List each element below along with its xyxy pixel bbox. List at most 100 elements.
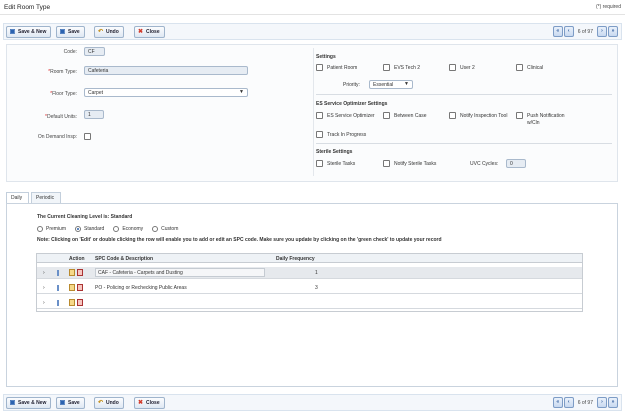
cleaning-level-text: The Current Cleaning Level is: Standard	[37, 214, 133, 220]
room-type-field[interactable]: Cafeteria	[84, 66, 248, 75]
save-button[interactable]: ▣ Save	[56, 397, 85, 409]
last-page-icon[interactable]: »	[608, 26, 618, 37]
save-icon: ▣	[59, 399, 66, 406]
pager: « ‹ 6 of 97 › »	[552, 26, 618, 37]
between-case-label: Between Case	[394, 113, 427, 119]
notify-sterile-checkbox[interactable]	[383, 160, 390, 167]
user2-checkbox[interactable]	[449, 64, 456, 71]
first-page-icon[interactable]: «	[552, 26, 563, 37]
next-page-icon[interactable]: ›	[597, 26, 607, 37]
default-units-field[interactable]: 1	[84, 110, 104, 119]
divider	[316, 94, 612, 95]
col-action: Action	[69, 256, 85, 262]
required-note: (*) required	[595, 4, 621, 10]
optimizer-title: ES Service Optimizer Settings	[316, 101, 388, 107]
priority-label: Priority:	[343, 82, 360, 88]
row-handle	[57, 285, 59, 291]
economy-radio[interactable]	[113, 226, 120, 232]
row-handle	[57, 300, 59, 306]
table-row[interactable]: › PO - Policing or Rechecking Public Are…	[37, 282, 582, 294]
es-optimizer-checkbox[interactable]	[316, 112, 323, 119]
window-title: Edit Room Type	[4, 4, 51, 11]
close-button[interactable]: ✖ Close	[134, 26, 165, 38]
table-row[interactable]: ›	[37, 297, 582, 309]
grid-header: Action SPC Code & Description Daily Freq…	[37, 254, 582, 263]
spc-grid: Action SPC Code & Description Daily Freq…	[36, 253, 583, 312]
col-spc: SPC Code & Description	[95, 256, 154, 262]
uvc-field[interactable]: 0	[506, 159, 526, 168]
evs-tech2-checkbox[interactable]	[383, 64, 390, 71]
edit-icon[interactable]	[69, 299, 75, 306]
custom-radio[interactable]	[152, 226, 159, 232]
first-page-icon[interactable]: «	[552, 397, 563, 408]
save-new-button[interactable]: ▣ Save & New	[6, 26, 52, 38]
floor-type-select[interactable]: Carpet ▼	[84, 88, 248, 97]
top-toolbar: ▣ Save & New ▣ Save ↶ Undo ✖ Close « ‹ 6 of …	[3, 23, 622, 40]
standard-radio[interactable]	[75, 226, 82, 232]
on-demand-label: On Demand Insp:	[37, 134, 77, 140]
divider	[316, 143, 612, 144]
code-field[interactable]: CF	[84, 47, 105, 56]
undo-button[interactable]: ↶ Undo	[94, 397, 124, 409]
save-new-icon: ▣	[9, 28, 16, 35]
row-handle	[57, 270, 59, 276]
premium-radio[interactable]	[37, 226, 43, 232]
freq-cell: 1	[315, 270, 318, 276]
save-button[interactable]: ▣ Save	[56, 26, 85, 38]
prev-page-icon[interactable]: ‹	[563, 397, 574, 408]
track-progress-checkbox[interactable]	[316, 131, 323, 138]
priority-select[interactable]: Essential ▼	[369, 80, 413, 89]
tab-daily[interactable]: Daily	[6, 192, 29, 203]
between-case-checkbox[interactable]	[383, 112, 390, 119]
close-button[interactable]: ✖ Close	[134, 397, 165, 409]
notify-sterile-label: Notify Sterile Tasks	[394, 161, 437, 167]
expand-icon[interactable]: ›	[43, 300, 45, 306]
expand-icon[interactable]: ›	[43, 285, 45, 291]
undo-button[interactable]: ↶ Undo	[94, 26, 124, 38]
user2-label: User 2	[460, 65, 475, 71]
notify-inspection-checkbox[interactable]	[449, 112, 456, 119]
uvc-label: UVC Cycles:	[470, 161, 499, 167]
spc-cell: CAF - Cafeteria - Carpets and Dusting	[95, 268, 265, 277]
table-row[interactable]: › CAF - Cafeteria - Carpets and Dusting …	[37, 267, 582, 279]
chevron-down-icon: ▼	[239, 89, 244, 95]
last-page-icon[interactable]: »	[608, 397, 618, 408]
push-notification-label: Push Notification w/Cln	[527, 113, 565, 126]
delete-icon[interactable]	[77, 299, 83, 306]
patient-room-label: Patient Room	[327, 65, 358, 71]
sterile-title: Sterile Settings	[316, 149, 353, 155]
tab-periodic[interactable]: Periodic	[31, 192, 61, 203]
page-info: 6 of 97	[577, 28, 593, 35]
code-label: Code:	[63, 49, 77, 55]
cleaning-note: Note: Clicking on 'Edit' or double click…	[37, 237, 442, 243]
room-type-label: *Room Type:	[48, 69, 77, 75]
expand-icon[interactable]: ›	[43, 270, 45, 276]
patient-room-checkbox[interactable]	[316, 64, 323, 71]
col-freq: Daily Frequency	[276, 256, 315, 262]
edit-icon[interactable]	[69, 269, 75, 276]
save-new-icon: ▣	[9, 399, 16, 406]
clinical-label: Clinical	[527, 65, 544, 71]
clinical-checkbox[interactable]	[516, 64, 523, 71]
floor-type-label: *Floor Type:	[50, 91, 77, 97]
page-info: 6 of 97	[577, 399, 593, 406]
prev-page-icon[interactable]: ‹	[563, 26, 574, 37]
edit-icon[interactable]	[69, 284, 75, 291]
push-notification-checkbox[interactable]	[516, 112, 523, 119]
es-optimizer-label: ES Service Optimizer	[327, 113, 375, 119]
chevron-down-icon: ▼	[404, 81, 409, 87]
cleaning-level-options: Premium Standard Economy Custom	[37, 226, 178, 232]
track-progress-label: Track In Progress	[327, 132, 367, 138]
freq-cell: 3	[315, 285, 318, 291]
save-new-button[interactable]: ▣ Save & New	[6, 397, 52, 409]
sterile-tasks-checkbox[interactable]	[316, 160, 323, 167]
delete-icon[interactable]	[77, 284, 83, 291]
default-units-label: *Default Units:	[45, 114, 77, 120]
delete-icon[interactable]	[77, 269, 83, 276]
next-page-icon[interactable]: ›	[597, 397, 607, 408]
undo-icon: ↶	[97, 399, 104, 406]
spc-cell: PO - Policing or Rechecking Public Areas	[95, 285, 187, 291]
bottom-toolbar: ▣ Save & New ▣ Save ↶ Undo ✖ Close « ‹ 6 of …	[3, 394, 622, 411]
on-demand-checkbox[interactable]	[84, 133, 91, 140]
notify-inspection-label: Notify Inspection Tool	[460, 113, 508, 119]
